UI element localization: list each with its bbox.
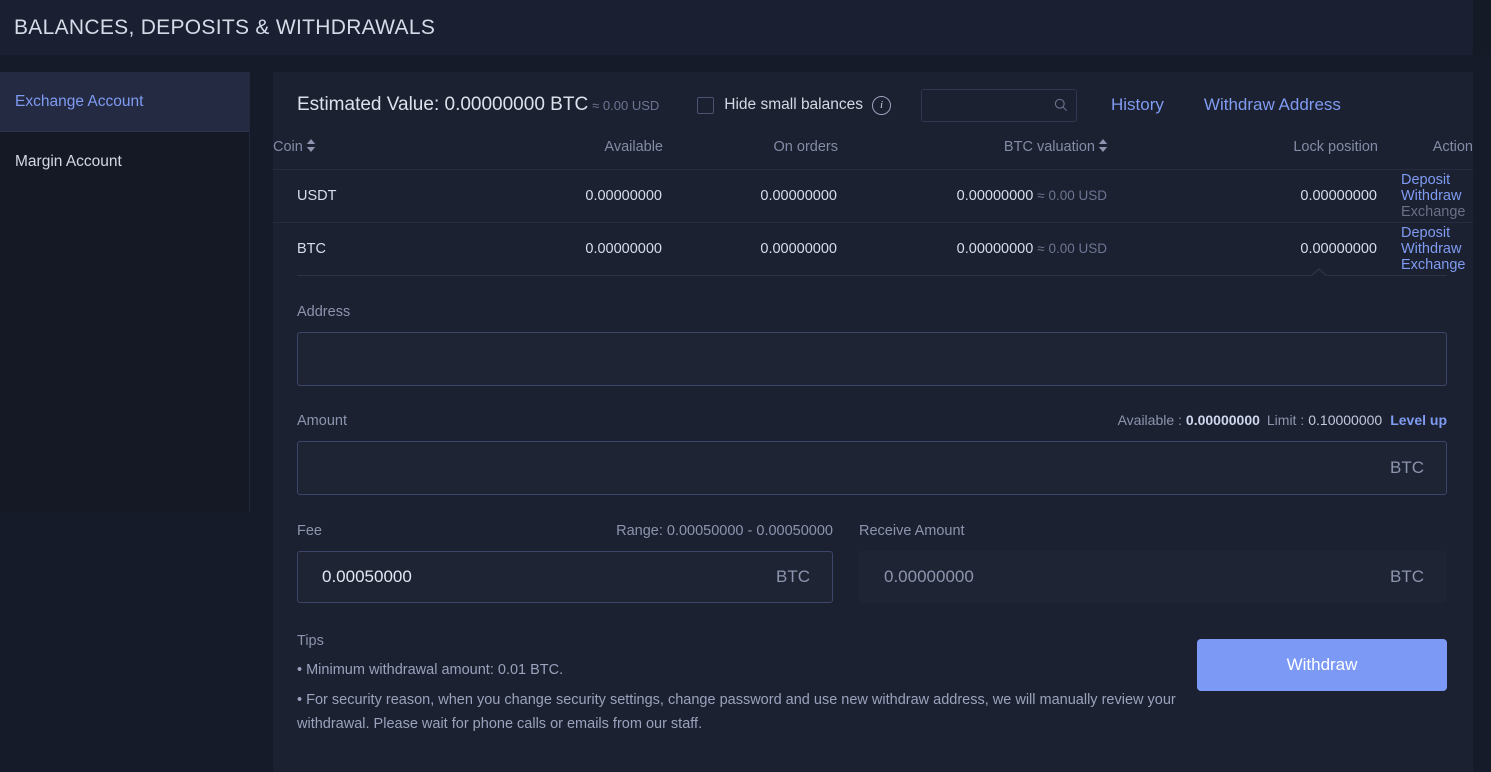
sidebar-item-exchange-account[interactable]: Exchange Account bbox=[0, 72, 249, 132]
fee-input-shell[interactable]: BTC bbox=[297, 551, 833, 603]
btc-valuation-value: 0.00000000 bbox=[956, 188, 1034, 204]
column-header-btc-valuation[interactable]: BTC valuation bbox=[838, 138, 1108, 170]
withdraw-address-link[interactable]: Withdraw Address bbox=[1204, 95, 1341, 115]
amount-meta: Available :0.00000000 Limit :0.10000000 Le… bbox=[1118, 412, 1447, 428]
sort-arrows-icon bbox=[306, 139, 316, 152]
amount-input-shell[interactable]: BTC bbox=[297, 441, 1447, 495]
tip-item: • Minimum withdrawal amount: 0.01 BTC. bbox=[297, 662, 564, 678]
address-input[interactable] bbox=[320, 348, 1424, 370]
tips-section: Tips • Minimum withdrawal amount: 0.01 B… bbox=[297, 633, 1197, 743]
header-right-gutter bbox=[1473, 0, 1491, 55]
cell-available: 0.00000000 bbox=[473, 222, 663, 275]
btc-valuation-value: 0.00000000 bbox=[956, 241, 1034, 257]
amount-label: Amount bbox=[297, 413, 347, 429]
cell-lock-position: 0.00000000 bbox=[1108, 222, 1378, 275]
fee-receive-row: Fee Range: 0.00050000 - 0.00050000 BTC R… bbox=[297, 523, 1447, 603]
receive-amount-input bbox=[882, 566, 1378, 588]
sidebar: Exchange Account Margin Account bbox=[0, 72, 250, 512]
address-label: Address bbox=[297, 304, 351, 320]
column-header-coin[interactable]: Coin bbox=[273, 138, 473, 170]
available-key: Available : bbox=[1117, 412, 1182, 428]
cell-action: Deposit Withdraw Exchange bbox=[1378, 222, 1473, 275]
cell-btc-valuation: 0.00000000 ≈ 0.00 USD bbox=[838, 222, 1108, 275]
table-row: BTC 0.00000000 0.00000000 0.00000000 ≈ 0… bbox=[273, 222, 1473, 275]
column-header-lock-position: Lock position bbox=[1293, 138, 1378, 155]
sidebar-item-margin-account[interactable]: Margin Account bbox=[0, 132, 249, 192]
page-body: Exchange Account Margin Account Estimate… bbox=[0, 55, 1491, 772]
balances-table: Coin Available On orders BTC valuation L… bbox=[273, 138, 1473, 275]
cell-coin: USDT bbox=[273, 169, 473, 223]
column-header-action: Action bbox=[1432, 138, 1473, 155]
amount-input[interactable] bbox=[320, 457, 1378, 479]
btc-valuation-usd: ≈ 0.00 USD bbox=[1037, 241, 1107, 256]
fee-range: Range: 0.00050000 - 0.00050000 bbox=[616, 523, 833, 539]
amount-unit: BTC bbox=[1390, 458, 1424, 477]
cell-btc-valuation: 0.00000000 ≈ 0.00 USD bbox=[838, 169, 1108, 223]
page-header: BALANCES, DEPOSITS & WITHDRAWALS bbox=[0, 0, 1491, 55]
hide-small-balances-label: Hide small balances bbox=[724, 96, 863, 113]
tip-item: • For security reason, when you change s… bbox=[297, 692, 1176, 732]
address-input-shell[interactable] bbox=[297, 332, 1447, 386]
receive-amount-shell: BTC bbox=[859, 551, 1447, 603]
column-header-on-orders: On orders bbox=[773, 138, 838, 155]
deposit-link[interactable]: Deposit bbox=[1401, 172, 1450, 188]
cell-available: 0.00000000 bbox=[473, 169, 663, 223]
sidebar-item-label: Margin Account bbox=[15, 153, 122, 170]
page-title: BALANCES, DEPOSITS & WITHDRAWALS bbox=[14, 15, 436, 39]
fee-unit: BTC bbox=[776, 567, 810, 586]
withdraw-panel: Address Amount Available :0.00000000 Limi… bbox=[297, 268, 1447, 743]
limit-value: 0.10000000 bbox=[1308, 412, 1383, 428]
receive-column: Receive Amount BTC bbox=[859, 523, 1447, 603]
column-label: Coin bbox=[273, 139, 303, 155]
search-icon bbox=[1054, 98, 1068, 112]
withdraw-button[interactable]: Withdraw bbox=[1197, 639, 1447, 691]
panel-caret-inner-icon bbox=[1311, 270, 1327, 277]
search-box[interactable] bbox=[921, 88, 1077, 122]
table-header-row: Coin Available On orders BTC valuation L… bbox=[273, 138, 1473, 170]
hide-small-balances-checkbox[interactable] bbox=[697, 96, 715, 114]
fee-input[interactable] bbox=[320, 566, 764, 588]
fee-header: Fee Range: 0.00050000 - 0.00050000 bbox=[297, 523, 833, 539]
exchange-link: Exchange bbox=[1401, 204, 1466, 220]
cell-on-orders: 0.00000000 bbox=[663, 222, 838, 275]
cell-on-orders: 0.00000000 bbox=[663, 169, 838, 223]
withdraw-button-wrap: Withdraw bbox=[1197, 633, 1447, 691]
estimated-value: Estimated Value: 0.00000000 BTC ≈ 0.00 US… bbox=[297, 94, 659, 116]
level-up-link[interactable]: Level up bbox=[1390, 412, 1447, 428]
btc-valuation-usd: ≈ 0.00 USD bbox=[1037, 188, 1107, 203]
fee-label: Fee bbox=[297, 523, 322, 539]
sort-arrows-icon bbox=[1098, 139, 1108, 152]
withdraw-link[interactable]: Withdraw bbox=[1401, 241, 1461, 257]
estimated-value-usd: ≈ 0.00 USD bbox=[592, 98, 660, 113]
exchange-link[interactable]: Exchange bbox=[1401, 257, 1466, 273]
card-header: Estimated Value: 0.00000000 BTC ≈ 0.00 US… bbox=[273, 72, 1473, 138]
available-value: 0.00000000 bbox=[1185, 412, 1260, 428]
deposit-link[interactable]: Deposit bbox=[1401, 225, 1450, 241]
sidebar-item-label: Exchange Account bbox=[15, 92, 144, 110]
table-row: USDT 0.00000000 0.00000000 0.00000000 ≈ … bbox=[273, 169, 1473, 223]
cell-coin: BTC bbox=[273, 222, 473, 275]
receive-amount-unit: BTC bbox=[1390, 567, 1424, 586]
fee-column: Fee Range: 0.00050000 - 0.00050000 BTC bbox=[297, 523, 833, 603]
column-header-available: Available bbox=[604, 138, 663, 155]
receive-amount-label: Receive Amount bbox=[859, 523, 965, 539]
balances-card: Estimated Value: 0.00000000 BTC ≈ 0.00 US… bbox=[273, 72, 1473, 772]
search-input[interactable] bbox=[930, 96, 1054, 114]
amount-header: Amount Available :0.00000000 Limit :0.100… bbox=[297, 412, 1447, 429]
cell-lock-position: 0.00000000 bbox=[1108, 169, 1378, 223]
info-icon[interactable]: i bbox=[872, 95, 891, 115]
column-label: BTC valuation bbox=[1003, 139, 1095, 155]
withdraw-link[interactable]: Withdraw bbox=[1401, 188, 1461, 204]
history-link[interactable]: History bbox=[1111, 95, 1164, 115]
tips-and-action: Tips • Minimum withdrawal amount: 0.01 B… bbox=[297, 633, 1447, 743]
cell-action: Deposit Withdraw Exchange bbox=[1378, 169, 1473, 223]
balances-page: BALANCES, DEPOSITS & WITHDRAWALS Exchang… bbox=[0, 0, 1491, 772]
limit-key: Limit : bbox=[1266, 412, 1305, 428]
estimated-value-text: Estimated Value: 0.00000000 BTC bbox=[297, 94, 589, 115]
hide-small-balances-toggle[interactable]: Hide small balances i bbox=[697, 95, 891, 115]
tips-title: Tips bbox=[297, 633, 324, 649]
